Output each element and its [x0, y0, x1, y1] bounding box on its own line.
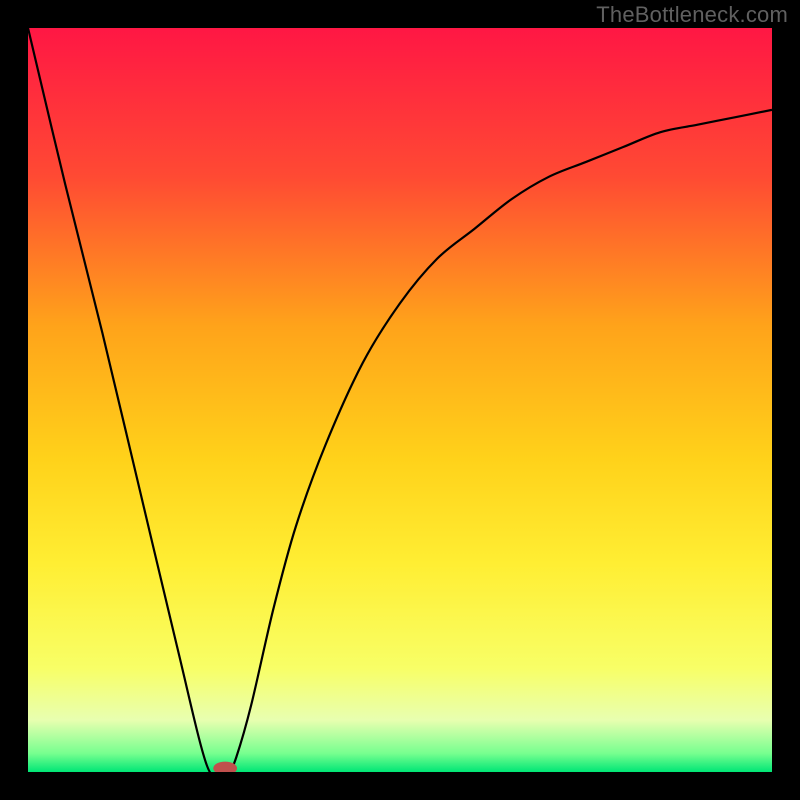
plot-area	[28, 28, 772, 772]
watermark-text: TheBottleneck.com	[596, 2, 788, 28]
chart-frame: TheBottleneck.com	[0, 0, 800, 800]
chart-background	[28, 28, 772, 772]
bottleneck-chart-svg	[28, 28, 772, 772]
